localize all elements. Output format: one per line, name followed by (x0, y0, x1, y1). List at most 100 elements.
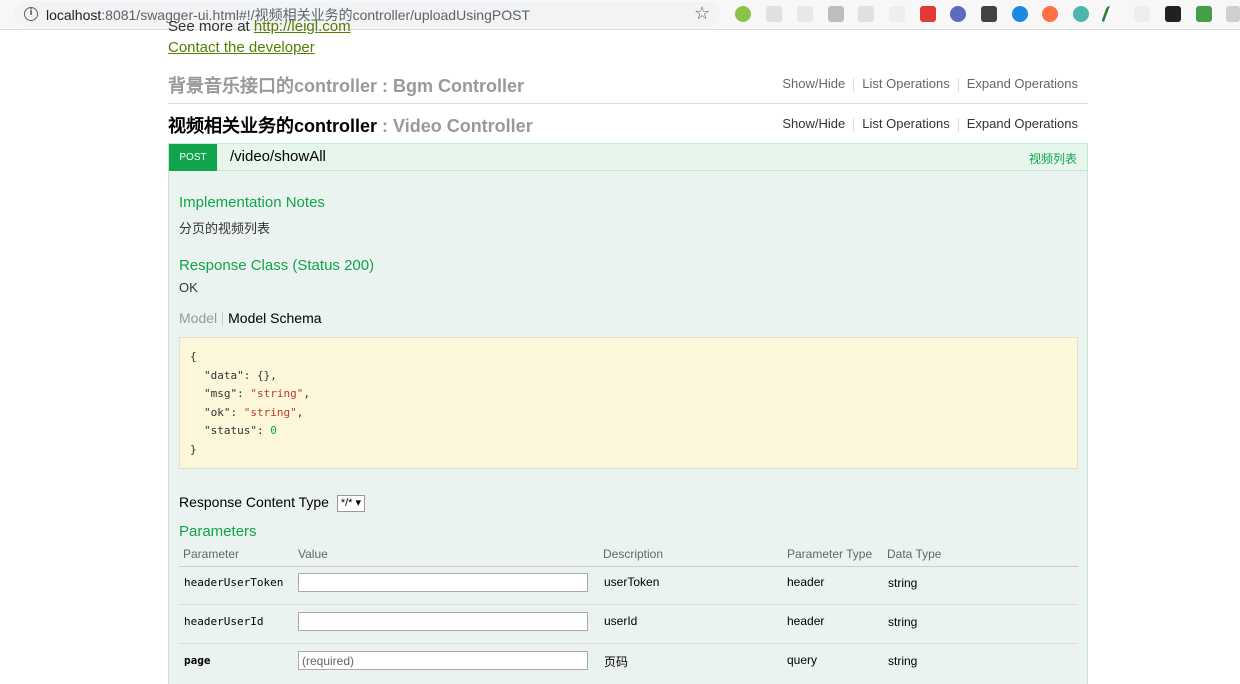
ops-divider (853, 77, 855, 92)
column-header: Parameter (183, 547, 240, 561)
see-more-prefix: See more at (168, 18, 254, 35)
extension-icon-7[interactable] (920, 6, 936, 22)
extension-icon-6[interactable] (889, 6, 905, 22)
extension-icon-5[interactable] (858, 6, 874, 22)
url-host: localhost (46, 7, 102, 23)
tab-model-schema[interactable]: Model Schema (228, 310, 321, 326)
page-root: i localhost:8081/swagger-ui.html#!/视频相关业… (0, 0, 1240, 684)
extension-icon-8[interactable] (950, 6, 966, 22)
param-type: header (787, 575, 825, 589)
extension-icon-2[interactable] (766, 6, 782, 22)
resource-name: 视频相关业务的controller (168, 116, 378, 136)
param-name: headerUserToken (184, 576, 284, 589)
schema-value: "string" (243, 405, 297, 419)
column-header: Value (298, 547, 328, 561)
extension-icon-9[interactable] (981, 6, 997, 22)
param-description: userToken (604, 575, 660, 589)
show-hide-link[interactable]: Show/Hide (782, 76, 845, 91)
ops-divider (957, 117, 959, 132)
response-class-value: OK (179, 280, 198, 295)
content-type-select[interactable]: */* ▾ (336, 494, 366, 512)
extension-icon-13[interactable] (1101, 6, 1113, 22)
column-header: Data Type (887, 547, 942, 561)
table-row: headerUserToken userToken header string (179, 567, 1078, 605)
extension-icon-17[interactable] (1226, 6, 1240, 22)
schema-line: { (190, 350, 197, 363)
expand-operations-link[interactable]: Expand Operations (967, 76, 1078, 91)
ops-divider (957, 77, 959, 92)
param-description: userId (604, 614, 638, 628)
resource-description: : Video Controller (377, 116, 533, 136)
resource-heading[interactable]: 视频相关业务的controller : Video Controller (168, 112, 533, 138)
parameters-title: Parameters (179, 523, 257, 540)
param-data-type: string (888, 654, 918, 668)
operation-header[interactable]: POST /video/showAll 视频列表 (169, 144, 1087, 171)
show-hide-link[interactable]: Show/Hide (782, 116, 845, 131)
schema-line: "status": 0 (190, 422, 1067, 441)
extension-icon-3[interactable] (797, 6, 813, 22)
column-header: Parameter Type (787, 547, 873, 561)
tab-divider (222, 312, 224, 327)
model-tabs: Model Model Schema (179, 310, 322, 327)
see-more-line: See more at http://leigl.com (168, 18, 351, 35)
resource-heading[interactable]: 背景音乐接口的controller : Bgm Controller (168, 72, 524, 98)
operation-summary[interactable]: 视频列表 (1029, 150, 1077, 167)
implementation-notes-title: Implementation Notes (179, 194, 325, 211)
param-value-input[interactable] (298, 651, 588, 670)
schema-key: "status": (204, 424, 271, 437)
table-row: headerUserId userId header string (179, 606, 1078, 644)
row-divider (179, 643, 1078, 644)
param-value-input[interactable] (298, 612, 588, 631)
http-method-badge[interactable]: POST (169, 144, 217, 171)
info-icon[interactable]: i (24, 7, 38, 21)
param-name: headerUserId (184, 615, 264, 628)
bookmark-star-icon[interactable]: ☆ (694, 3, 710, 24)
row-divider (179, 604, 1078, 605)
schema-value: "string" (250, 387, 304, 400)
schema-line: "msg": "string", (204, 387, 310, 400)
param-type: query (787, 653, 818, 667)
schema-key: "msg": (204, 387, 251, 400)
schema-key: "ok": (204, 405, 244, 419)
extension-icon-15[interactable] (1165, 6, 1181, 22)
param-type: header (787, 614, 825, 628)
operation-path[interactable]: /video/showAll (230, 148, 326, 165)
list-operations-link[interactable]: List Operations (862, 116, 949, 131)
address-bar[interactable]: i localhost:8081/swagger-ui.html#!/视频相关业… (14, 2, 720, 27)
tab-model[interactable]: Model (179, 310, 217, 326)
resource-bgm-controller: 背景音乐接口的controller : Bgm Controller Show/… (168, 72, 1088, 104)
response-content-type-label: Response Content Type (179, 494, 329, 510)
param-data-type: string (888, 615, 918, 629)
schema-line: "ok": "string", (204, 405, 304, 419)
operation-post-video-showall: POST /video/showAll 视频列表 Implementation … (168, 143, 1088, 684)
extension-icon-14[interactable] (1134, 6, 1150, 22)
column-header: Description (603, 547, 664, 561)
see-more-link[interactable]: http://leigl.com (254, 18, 351, 35)
extension-icon-1[interactable] (735, 6, 751, 22)
param-data-type: string (888, 576, 918, 590)
resource-name: 背景音乐接口的controller (168, 76, 378, 96)
param-description: 页码 (604, 655, 629, 669)
extension-icon-4[interactable] (828, 6, 844, 22)
extension-icon-12[interactable] (1073, 6, 1089, 22)
list-operations-link[interactable]: List Operations (862, 76, 949, 91)
extension-icon-11[interactable] (1042, 6, 1058, 22)
content-type-value: */* (340, 496, 353, 509)
download-icon[interactable] (1196, 6, 1212, 22)
contact-developer-link[interactable]: Contact the developer (168, 39, 315, 56)
extension-icon-10[interactable] (1012, 6, 1028, 22)
resource-ops: Show/Hide List Operations Expand Operation… (782, 116, 1078, 132)
expand-operations-link[interactable]: Expand Operations (967, 116, 1078, 131)
param-name: page (184, 654, 211, 667)
param-value-input[interactable] (298, 573, 588, 592)
schema-line: "data": {}, (204, 368, 277, 382)
response-content-type: Response Content Type */* ▾ (179, 494, 366, 512)
table-row: page 页码 query string (179, 645, 1078, 683)
implementation-notes-text: 分页的视频列表 (179, 221, 271, 236)
resource-description: : Bgm Controller (377, 76, 525, 96)
chevron-down-icon: ▾ (355, 496, 362, 509)
model-schema-box[interactable]: { "data": {}, "msg": "string", "ok": "st… (179, 337, 1078, 469)
schema-value: 0 (270, 424, 277, 437)
schema-line: } (190, 442, 197, 456)
response-class-title: Response Class (Status 200) (179, 257, 375, 274)
